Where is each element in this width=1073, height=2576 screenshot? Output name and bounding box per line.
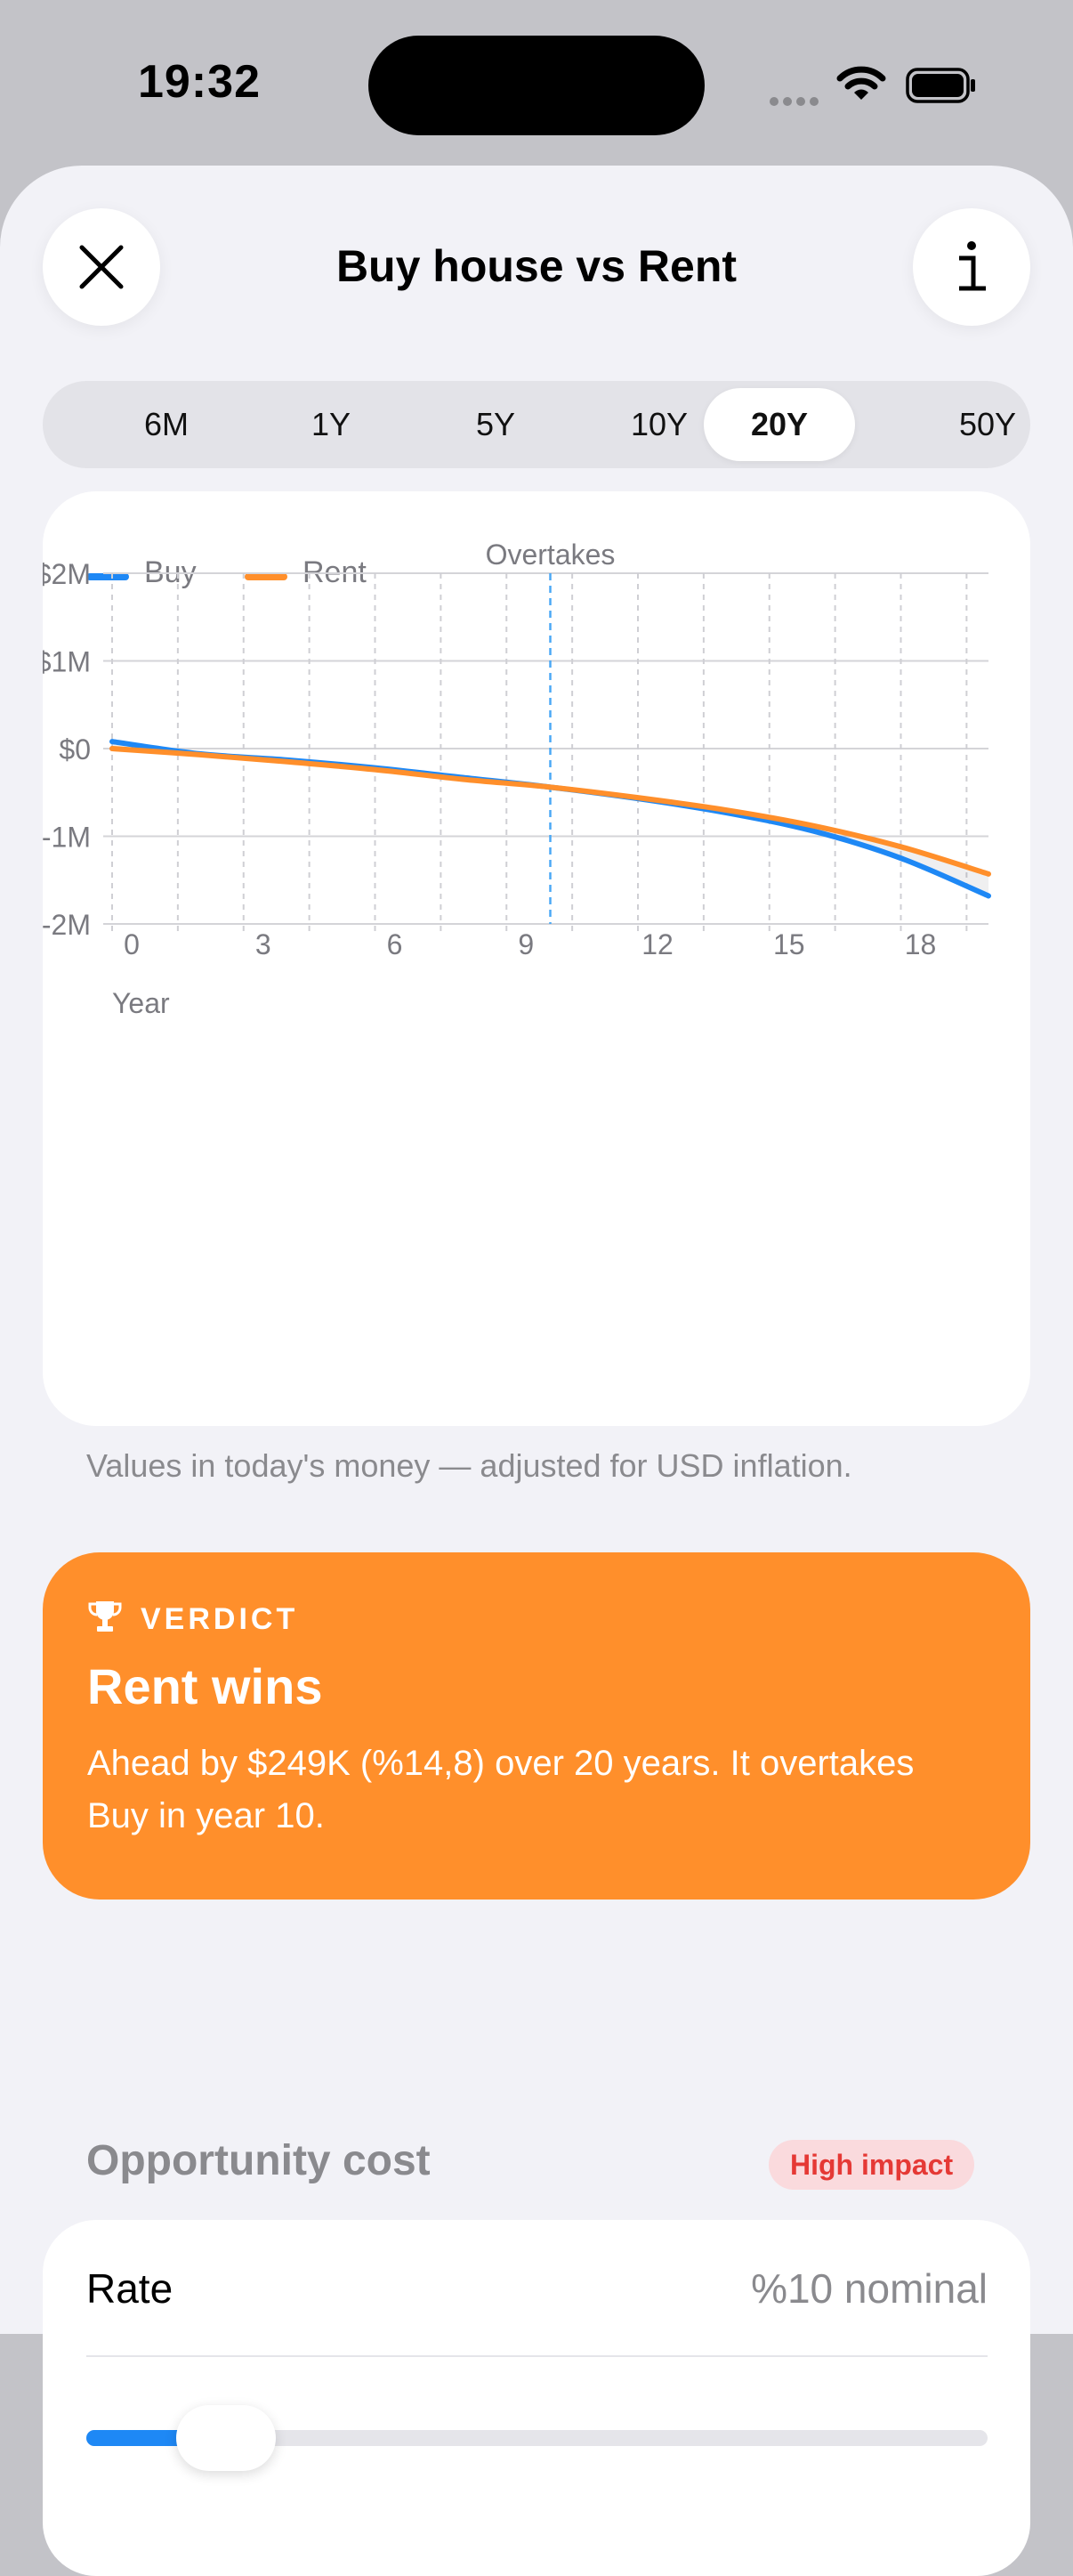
status-time: 19:32 [138,56,261,108]
range-5y[interactable]: 5Y [420,388,571,461]
y-tick-label: $0 [59,733,91,766]
cellular-icon [770,94,823,110]
chart-card: Buy Rent $2M$1M$0$-1M$-2M0369121518YearO… [43,491,1030,1426]
y-tick-label: $-2M [43,909,91,941]
rate-label: Rate [86,2265,173,2312]
range-segmented-control: 6M 1Y 5Y 10Y 20Y 50Y [43,381,1030,468]
rate-card: Rate %10 nominal [43,2220,1030,2576]
dynamic-island [368,36,705,135]
impact-badge: High impact [769,2140,975,2190]
info-icon [959,241,986,291]
x-tick-label: 12 [641,928,674,960]
range-6m[interactable]: 6M [91,388,242,461]
x-tick-label: 15 [773,928,805,960]
y-tick-label: $1M [43,646,91,678]
y-tick-label: $2M [43,558,91,590]
info-button[interactable] [913,208,1030,326]
divider [86,2355,988,2357]
range-20y[interactable]: 20Y [704,388,855,461]
battery-icon [906,68,975,103]
verdict-title: Rent wins [87,1658,323,1714]
verdict-label: VERDICT [141,1602,299,1636]
x-tick-label: 6 [387,928,403,960]
chart-plot[interactable]: $2M $1M $0 $-1M $-2M 0 3 6 9 12 15 18 Year Overtakes [43,491,1030,1426]
chart-note: Values in today's money — adjusted for U… [86,1447,852,1484]
x-axis-label: Year [112,987,170,1019]
overtakes-label: Overtakes [486,539,616,571]
rate-value: %10 nominal [751,2265,988,2312]
y-tick-label: $-1M [43,822,91,854]
range-1y[interactable]: 1Y [255,388,407,461]
trophy-icon [88,1601,122,1632]
verdict-card: VERDICT Rent wins Ahead by $249K (%14,8)… [43,1552,1030,1900]
section-title-opportunity-cost: Opportunity cost [86,2137,431,2184]
range-50y[interactable]: 50Y [912,388,1063,461]
x-tick-label: 18 [905,928,937,960]
rate-slider-thumb[interactable] [176,2405,277,2471]
x-tick-label: 3 [255,928,271,960]
sheet: Buy house vs Rent 6M 1Y 5Y 10Y 20Y 50Y B… [0,166,1073,2576]
status-bar: 19:32 [0,0,1073,169]
x-tick-label: 9 [518,928,534,960]
rate-slider[interactable] [86,2405,988,2471]
x-tick-label: 0 [124,928,140,960]
verdict-body: Ahead by $249K (%14,8) over 20 years. It… [87,1744,915,1835]
wifi-icon [836,66,886,100]
